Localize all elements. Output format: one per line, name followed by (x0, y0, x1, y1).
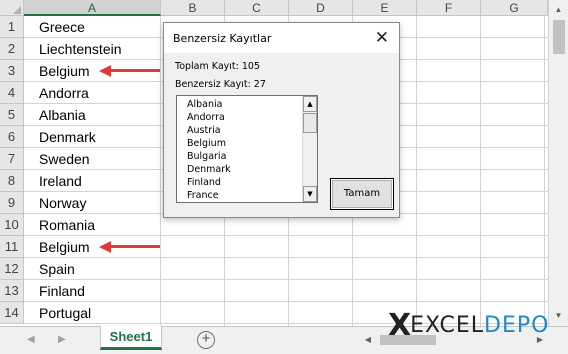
dialog-title: Benzersiz Kayıtlar (173, 32, 272, 45)
ok-button[interactable]: Tamam (330, 178, 394, 210)
row-header-13[interactable]: 13 (0, 280, 24, 302)
listbox-scroll-down-icon[interactable]: ▼ (303, 186, 317, 202)
scroll-up-icon[interactable]: ▲ (549, 2, 568, 18)
gridline (24, 257, 548, 258)
vertical-scroll-thumb[interactable] (553, 20, 565, 54)
row-header-12[interactable]: 12 (0, 258, 24, 280)
unique-records-dialog: Benzersiz Kayıtlar ✕ Toplam Kayıt: 105 B… (163, 22, 400, 218)
list-item[interactable]: France (187, 189, 301, 202)
row-header-8[interactable]: 8 (0, 170, 24, 192)
cell-a8[interactable]: Ireland (39, 173, 82, 189)
cell-a9[interactable]: Norway (39, 195, 86, 211)
column-header-a[interactable]: A (24, 0, 161, 16)
scroll-down-icon[interactable]: ▼ (549, 308, 568, 324)
listbox-scroll-up-icon[interactable]: ▲ (303, 96, 317, 112)
cell-a5[interactable]: Albania (39, 107, 86, 123)
cell-a10[interactable]: Romania (39, 217, 95, 233)
list-item[interactable]: Belgium (187, 137, 301, 150)
cell-a1[interactable]: Greece (39, 19, 85, 35)
total-records-label: Toplam Kayıt: 105 (175, 61, 260, 72)
gridline (24, 235, 548, 236)
listbox-scrollbar[interactable]: ▲ ▼ (302, 96, 317, 202)
cell-a7[interactable]: Sweden (39, 151, 90, 167)
vertical-scrollbar[interactable]: ▲ ▼ (548, 0, 568, 326)
excel-depo-logo: X EXCEL DEPO (388, 307, 550, 343)
row-header-9[interactable]: 9 (0, 192, 24, 214)
row-header-4[interactable]: 4 (0, 82, 24, 104)
list-item[interactable]: Bulgaria (187, 150, 301, 163)
column-header-b[interactable]: B (161, 0, 225, 16)
column-header-e[interactable]: E (353, 0, 417, 16)
select-all-triangle-icon (13, 6, 21, 14)
gridline (24, 301, 548, 302)
cell-a13[interactable]: Finland (39, 283, 85, 299)
duplicate-arrow-shaft (110, 69, 160, 72)
row-header-1[interactable]: 1 (0, 16, 24, 38)
logo-depo-text: DEPO (484, 312, 550, 338)
row-header-7[interactable]: 7 (0, 148, 24, 170)
row-header-3[interactable]: 3 (0, 60, 24, 82)
row-header-11[interactable]: 11 (0, 236, 24, 258)
sheet-tab-sheet1[interactable]: Sheet1 (100, 326, 162, 350)
listbox-scroll-thumb[interactable] (303, 113, 317, 133)
unique-values-listbox[interactable]: Albania Andorra Austria Belgium Bulgaria… (176, 95, 318, 203)
row-header-2[interactable]: 2 (0, 38, 24, 60)
tab-nav-left-icon[interactable]: ◀ (27, 334, 35, 345)
column-header-g[interactable]: G (481, 0, 548, 16)
column-header-c[interactable]: C (225, 0, 289, 16)
cell-a12[interactable]: Spain (39, 261, 75, 277)
select-all-corner[interactable] (0, 0, 24, 16)
list-item[interactable]: Finland (187, 176, 301, 189)
close-icon[interactable]: ✕ (375, 28, 389, 48)
column-header-row: A B C D E F G (0, 0, 548, 16)
duplicate-arrow-shaft (110, 245, 160, 248)
cell-a3[interactable]: Belgium (39, 63, 90, 79)
cell-a14[interactable]: Portugal (39, 305, 91, 321)
row-header-14[interactable]: 14 (0, 302, 24, 324)
column-header-f[interactable]: F (417, 0, 481, 16)
row-header-10[interactable]: 10 (0, 214, 24, 236)
list-item[interactable]: Austria (187, 124, 301, 137)
logo-x-mark: X (388, 307, 411, 343)
add-sheet-icon[interactable]: + (197, 331, 215, 349)
cell-a4[interactable]: Andorra (39, 85, 89, 101)
gridline (24, 279, 548, 280)
unique-records-label: Benzersiz Kayıt: 27 (175, 79, 266, 90)
cell-a6[interactable]: Denmark (39, 129, 96, 145)
row-header-6[interactable]: 6 (0, 126, 24, 148)
logo-excel-text: EXCEL (410, 312, 485, 338)
row-header-5[interactable]: 5 (0, 104, 24, 126)
cell-a11[interactable]: Belgium (39, 239, 90, 255)
cell-a2[interactable]: Liechtenstein (39, 41, 122, 57)
scroll-left-icon[interactable]: ◀ (360, 331, 376, 349)
tab-nav-right-icon[interactable]: ▶ (58, 334, 66, 345)
dialog-titlebar[interactable]: Benzersiz Kayıtlar ✕ (164, 23, 399, 53)
list-item[interactable]: Andorra (187, 111, 301, 124)
list-item[interactable]: Denmark (187, 163, 301, 176)
column-header-d[interactable]: D (289, 0, 353, 16)
list-item[interactable]: Albania (187, 98, 301, 111)
